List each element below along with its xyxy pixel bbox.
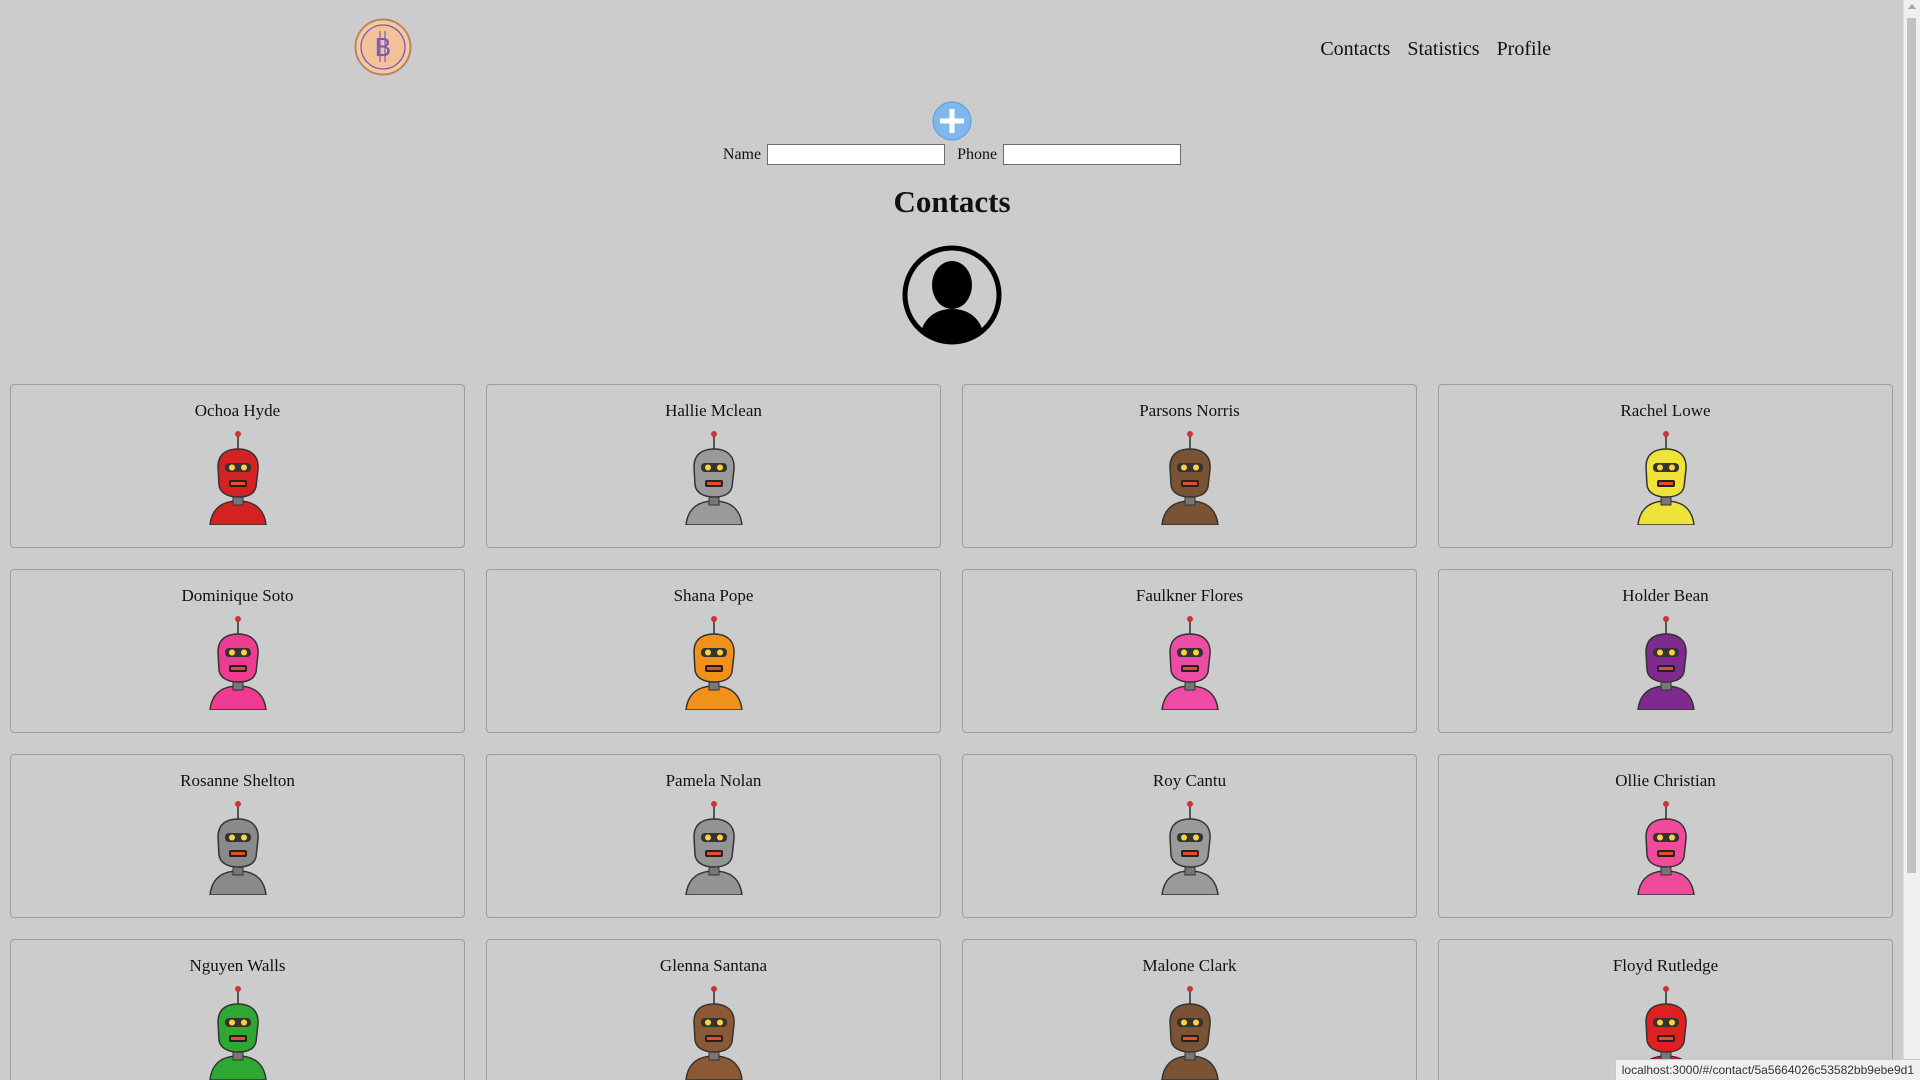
add-contact-button[interactable] <box>932 101 972 141</box>
contact-card[interactable]: Pamela Nolan <box>486 754 941 918</box>
page-title: Contacts <box>893 184 1011 219</box>
robot-avatar-icon <box>1160 801 1219 895</box>
main-nav: Contacts Statistics Profile <box>1320 38 1551 61</box>
contact-name: Ollie Christian <box>1615 771 1716 790</box>
contact-card[interactable]: Roy Cantu <box>962 754 1417 918</box>
name-input[interactable] <box>767 144 946 165</box>
contact-card[interactable]: Rosanne Shelton <box>10 754 465 918</box>
user-silhouette-icon <box>902 245 1002 345</box>
nav-contacts[interactable]: Contacts <box>1320 38 1390 61</box>
status-url: localhost:3000/#/contact/5a5664026c53582… <box>1614 1059 1920 1080</box>
contact-card[interactable]: Rachel Lowe <box>1438 384 1893 548</box>
robot-avatar-icon <box>684 616 743 710</box>
contact-name: Malone Clark <box>1142 956 1237 975</box>
page: B Contacts Statistics Profile Name Phone… <box>0 0 1904 1080</box>
contact-name: Ochoa Hyde <box>194 401 281 420</box>
robot-avatar-icon <box>208 801 267 895</box>
contact-card[interactable]: Glenna Santana <box>486 939 941 1080</box>
contact-name: Pamela Nolan <box>665 771 762 790</box>
robot-avatar-icon <box>1636 801 1695 895</box>
nav-profile[interactable]: Profile <box>1497 38 1551 61</box>
contact-card[interactable]: Shana Pope <box>486 569 941 733</box>
contact-card[interactable]: Malone Clark <box>962 939 1417 1080</box>
phone-input[interactable] <box>1003 144 1182 165</box>
robot-avatar-icon <box>1160 616 1219 710</box>
robot-avatar-icon <box>1636 616 1695 710</box>
contact-card[interactable]: Faulkner Flores <box>962 569 1417 733</box>
contact-card[interactable]: Hallie Mclean <box>486 384 941 548</box>
robot-avatar-icon <box>684 801 743 895</box>
contact-name: Dominique Soto <box>181 586 294 605</box>
vertical-scrollbar[interactable] <box>1903 0 1920 1080</box>
contact-card[interactable]: Dominique Soto <box>10 569 465 733</box>
contact-name: Faulkner Flores <box>1135 586 1244 605</box>
phone-label: Phone <box>957 145 998 163</box>
robot-avatar-icon <box>684 986 743 1080</box>
robot-avatar-icon <box>208 431 267 525</box>
contact-card[interactable]: Nguyen Walls <box>10 939 465 1080</box>
contact-name: Rachel Lowe <box>1620 401 1711 420</box>
robot-avatar-icon <box>208 986 267 1080</box>
contact-name: Hallie Mclean <box>665 401 762 420</box>
robot-avatar-icon <box>208 616 267 710</box>
contacts-grid: Ochoa Hyde Hallie Mclean Parsons Norris Rac… <box>10 384 1894 1080</box>
contact-name: Roy Cantu <box>1152 771 1227 790</box>
robot-avatar-icon <box>684 431 743 525</box>
robot-avatar-icon <box>1160 431 1219 525</box>
contact-name: Shana Pope <box>673 586 754 605</box>
add-contact-form: Name Phone <box>0 144 1904 165</box>
contact-name: Floyd Rutledge <box>1612 956 1719 975</box>
robot-avatar-icon <box>1636 431 1695 525</box>
contact-name: Glenna Santana <box>659 956 768 975</box>
svg-text:B: B <box>374 33 391 62</box>
contact-name: Parsons Norris <box>1139 401 1240 420</box>
scroll-thumb[interactable] <box>1907 18 1916 873</box>
contact-card[interactable]: Ollie Christian <box>1438 754 1893 918</box>
contact-card[interactable]: Parsons Norris <box>962 384 1417 548</box>
bitcoin-logo-icon[interactable]: B <box>354 18 412 76</box>
contact-card[interactable]: Holder Bean <box>1438 569 1893 733</box>
robot-avatar-icon <box>1160 986 1219 1080</box>
contact-card[interactable]: Ochoa Hyde <box>10 384 465 548</box>
contact-name: Nguyen Walls <box>189 956 286 975</box>
nav-statistics[interactable]: Statistics <box>1407 38 1479 61</box>
scroll-up-arrow-icon[interactable] <box>1908 4 1916 9</box>
contact-name: Rosanne Shelton <box>180 771 295 790</box>
name-label: Name <box>722 145 762 163</box>
contact-name: Holder Bean <box>1622 586 1709 605</box>
